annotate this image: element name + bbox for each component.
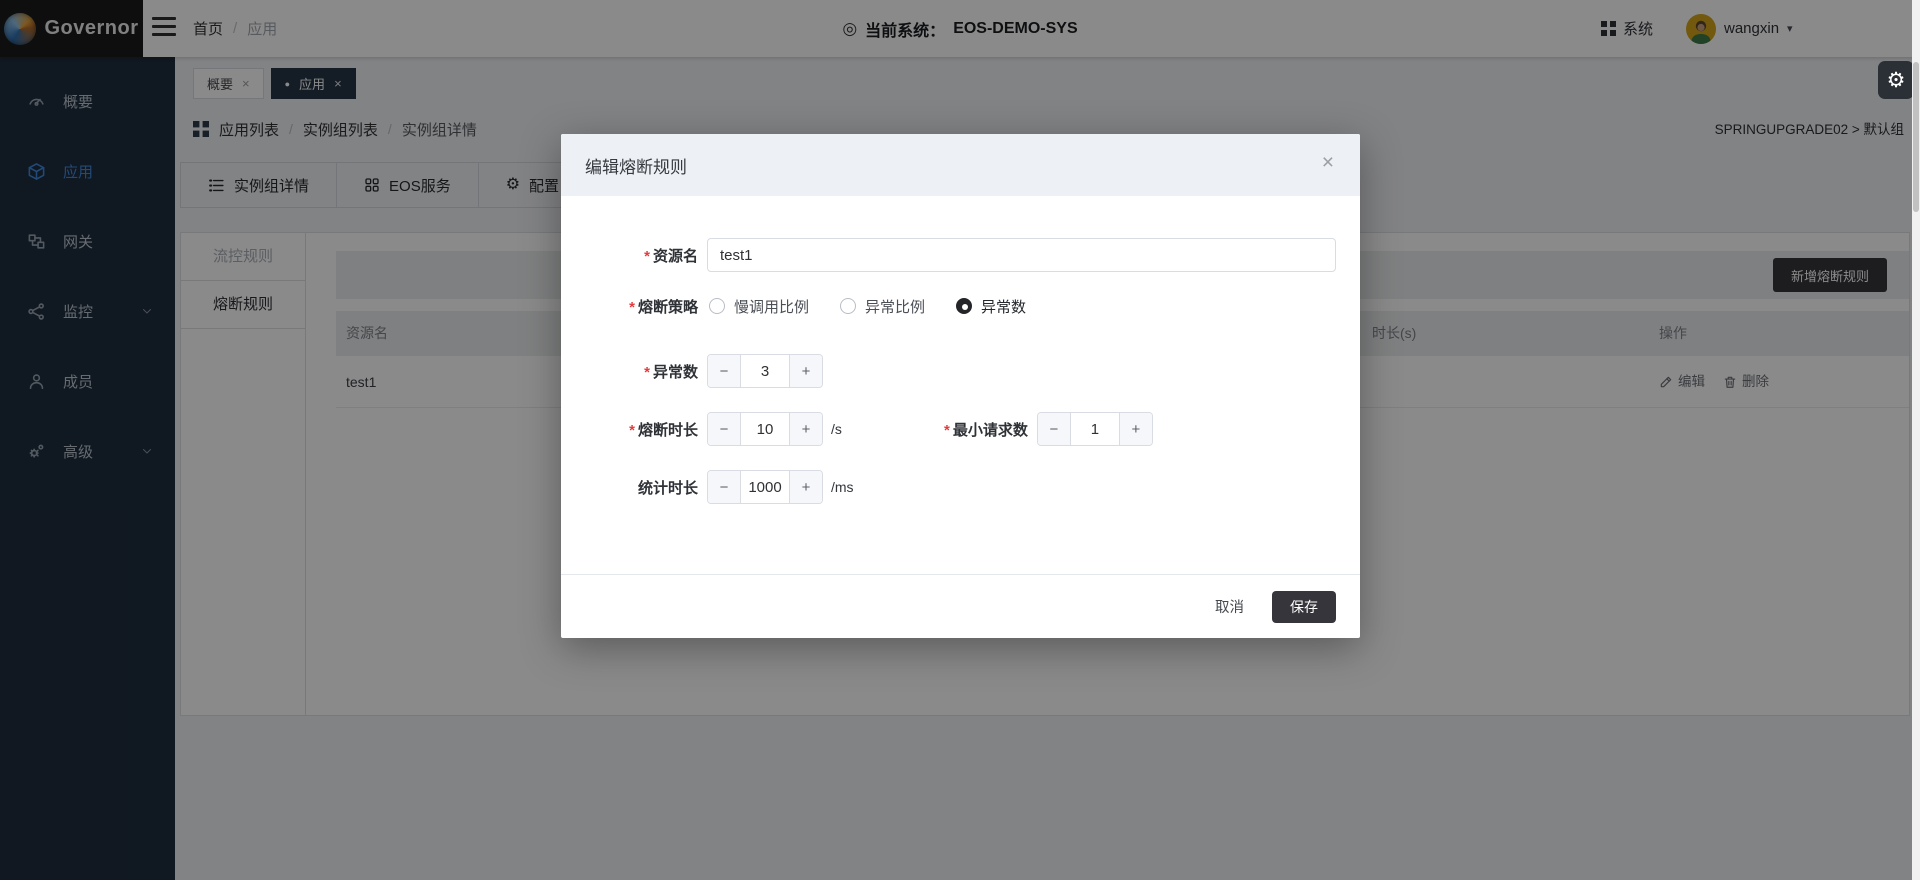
min-requests-value[interactable]: 1 [1071, 413, 1119, 445]
app-window: Governor 首页 / 应用 ◎ 当前系统： EOS-DEMO-SYS 系统 [0, 0, 1920, 880]
form-row-exception-count: *异常数 − 3 + [561, 354, 1360, 388]
resource-input[interactable] [707, 238, 1336, 272]
increment-button[interactable]: + [789, 413, 822, 445]
min-requests-label: *最小请求数 [908, 419, 1028, 440]
radio-circle-icon [840, 298, 856, 314]
strategy-radio-group: 慢调用比例 异常比例 异常数 [709, 296, 1026, 317]
form-row-resource: *资源名 [561, 238, 1360, 272]
radio-slow-call-ratio[interactable]: 慢调用比例 [709, 296, 809, 317]
radio-circle-icon [709, 298, 725, 314]
dialog-title: 编辑熔断规则 [585, 153, 687, 178]
form-row-strategy: *熔断策略 慢调用比例 异常比例 异常数 [561, 294, 1360, 318]
decrement-button[interactable]: − [708, 413, 741, 445]
exception-count-stepper: − 3 + [707, 354, 823, 388]
scrollbar-thumb[interactable] [1913, 62, 1919, 212]
form-row-durations: *熔断时长 − 10 + /s *最小请求数 − 1 + [561, 412, 1360, 446]
decrement-button[interactable]: − [1038, 413, 1071, 445]
min-requests-stepper: − 1 + [1037, 412, 1153, 446]
strategy-label: *熔断策略 [561, 296, 698, 317]
dialog-footer: 取消 保存 [561, 574, 1360, 638]
form-row-stat-duration: 统计时长 − 1000 + /ms [561, 470, 1360, 504]
exception-count-value[interactable]: 3 [741, 355, 789, 387]
page-scrollbar[interactable] [1912, 0, 1920, 880]
break-duration-value[interactable]: 10 [741, 413, 789, 445]
cancel-button[interactable]: 取消 [1215, 596, 1244, 617]
break-duration-label: *熔断时长 [561, 419, 698, 440]
radio-exception-ratio[interactable]: 异常比例 [840, 296, 925, 317]
settings-gear-button[interactable]: ⚙ [1878, 61, 1914, 99]
save-button[interactable]: 保存 [1272, 591, 1336, 623]
increment-button[interactable]: + [789, 471, 822, 503]
break-duration-unit: /s [831, 421, 842, 437]
edit-breaker-rule-dialog: 编辑熔断规则 × *资源名 *熔断策略 慢调用比例 异常比例 异常数 [561, 134, 1360, 638]
increment-button[interactable]: + [789, 355, 822, 387]
stat-duration-label: 统计时长 [561, 477, 698, 498]
radio-circle-icon [956, 298, 972, 314]
gear-icon: ⚙ [1887, 68, 1906, 93]
resource-label: *资源名 [561, 245, 698, 266]
decrement-button[interactable]: − [708, 355, 741, 387]
decrement-button[interactable]: − [708, 471, 741, 503]
stat-duration-stepper: − 1000 + [707, 470, 823, 504]
break-duration-stepper: − 10 + [707, 412, 823, 446]
increment-button[interactable]: + [1119, 413, 1152, 445]
close-icon[interactable]: × [1322, 152, 1334, 173]
exception-count-label: *异常数 [561, 361, 698, 382]
stat-duration-unit: /ms [831, 479, 854, 495]
radio-exception-count[interactable]: 异常数 [956, 296, 1026, 317]
stat-duration-value[interactable]: 1000 [741, 471, 789, 503]
dialog-header: 编辑熔断规则 [561, 134, 1360, 196]
